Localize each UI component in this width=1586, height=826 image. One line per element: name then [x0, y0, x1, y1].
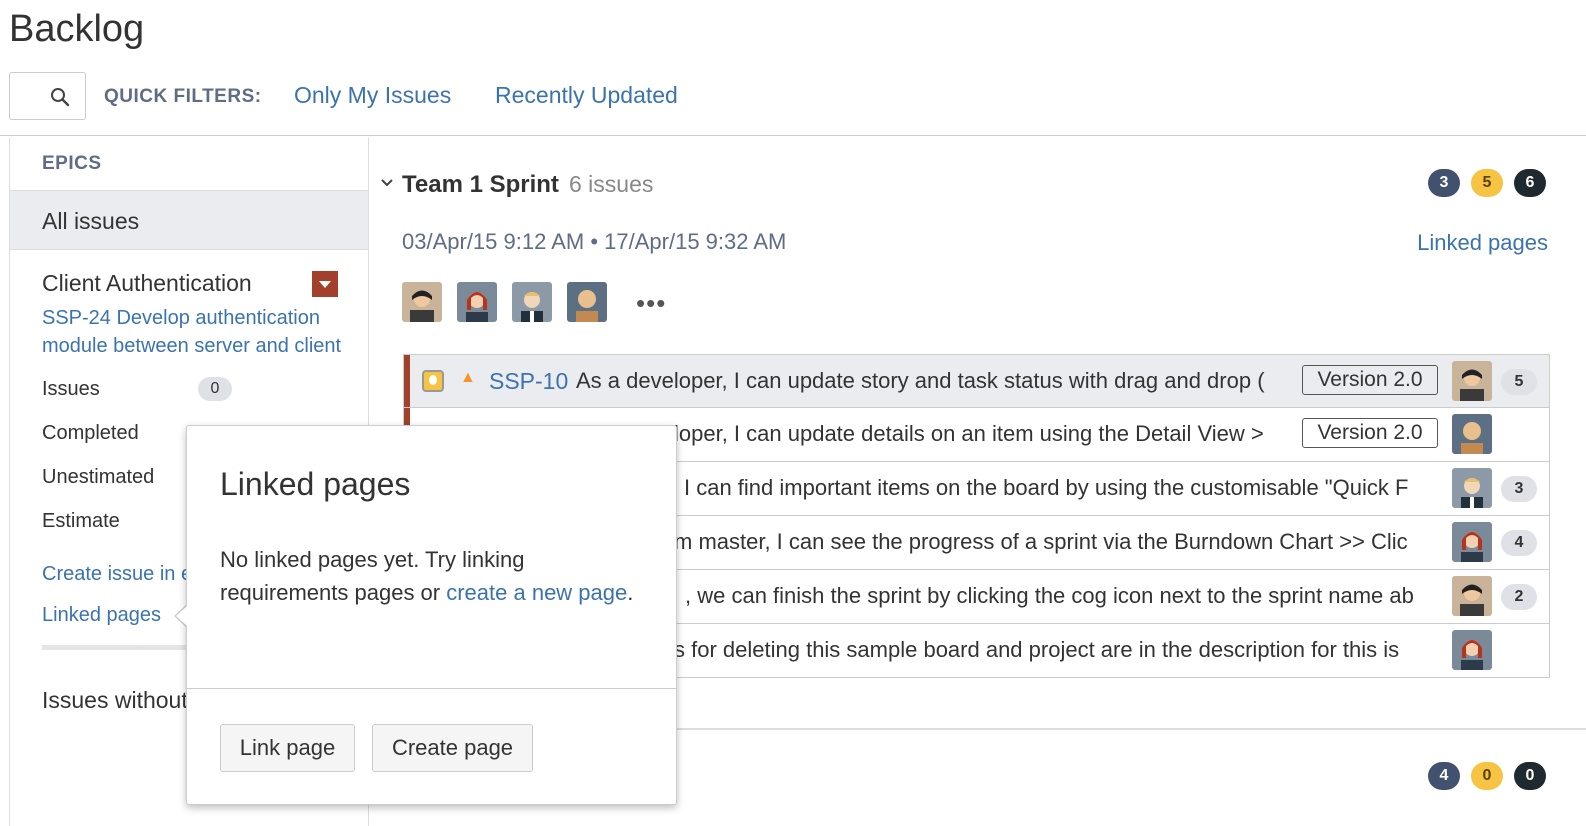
status-count-in-progress: 5: [1471, 169, 1503, 197]
status-count-todo: 4: [1428, 762, 1460, 790]
popup-body: No linked pages yet. Try linking require…: [220, 543, 640, 609]
issue-summary: , we can finish the sprint by clicking t…: [685, 583, 1414, 608]
epic-color-bar: [404, 355, 410, 407]
story-points-badge: 5: [1501, 369, 1537, 395]
issue-key[interactable]: SSP-10: [489, 368, 568, 395]
epic-description-link[interactable]: SSP-24 Develop authentication module bet…: [42, 304, 352, 360]
sprint-linked-pages-link[interactable]: Linked pages: [1417, 230, 1548, 256]
issue-summary: m master, I can see the progress of a sp…: [674, 529, 1408, 554]
issue-summary: As a developer, I can update story and t…: [576, 368, 1265, 393]
assignee-avatar[interactable]: [1452, 522, 1492, 562]
issues-without-epic-item[interactable]: Issues without: [42, 687, 188, 714]
avatar[interactable]: [402, 282, 442, 322]
create-issue-in-epic-link[interactable]: Create issue in e: [42, 563, 192, 586]
quick-filters-label: QUICK FILTERS:: [104, 86, 262, 107]
filter-only-my-issues[interactable]: Only My Issues: [294, 82, 451, 109]
avatar[interactable]: [567, 282, 607, 322]
sprint-issue-count: 6 issues: [569, 171, 654, 197]
sprint-name[interactable]: Team 1 Sprint: [402, 171, 559, 199]
all-issues-item[interactable]: All issues: [10, 190, 368, 250]
issue-summary: loper, I can update details on an item u…: [674, 421, 1264, 446]
sprint-dates: 03/Apr/15 9:12 AM • 17/Apr/15 9:32 AM: [402, 229, 787, 254]
popup-title: Linked pages: [220, 466, 411, 502]
priority-high-icon: ▲: [460, 369, 476, 386]
stat-estimate-label: Estimate: [42, 510, 120, 532]
popup-body-end: .: [627, 580, 634, 605]
link-page-button[interactable]: Link page: [220, 724, 355, 772]
assignee-avatar[interactable]: [1452, 630, 1492, 670]
stat-unestimated-label: Unestimated: [42, 466, 155, 488]
stat-completed-label: Completed: [42, 422, 139, 444]
issue-summary: s for deleting this sample board and pro…: [674, 637, 1400, 662]
linked-pages-popup: Linked pages No linked pages yet. Try li…: [186, 425, 677, 805]
popup-arrow-inner: [176, 605, 188, 627]
divider: [42, 645, 192, 650]
issue-row[interactable]: ▲ SSP-10 As a developer, I can update st…: [403, 354, 1550, 408]
create-new-page-link[interactable]: create a new page: [446, 580, 627, 605]
filter-recently-updated[interactable]: Recently Updated: [495, 82, 678, 109]
epic-dropdown-button[interactable]: [312, 271, 338, 297]
toolbar: QUICK FILTERS: Only My Issues Recently U…: [0, 70, 1586, 136]
status-count-done: 6: [1514, 169, 1546, 197]
assignee-avatar[interactable]: [1452, 576, 1492, 616]
epics-label: EPICS: [42, 153, 102, 174]
epic-linked-pages-link[interactable]: Linked pages: [42, 604, 161, 627]
story-points-badge: 4: [1501, 530, 1537, 556]
assignee-avatar[interactable]: [1452, 468, 1492, 508]
more-avatars-icon[interactable]: •••: [636, 288, 666, 319]
issue-summary: I can find important items on the board …: [684, 475, 1409, 500]
search-icon: [51, 88, 70, 107]
story-points-badge: 3: [1501, 476, 1537, 502]
epic-title[interactable]: Client Authentication: [42, 270, 252, 297]
create-page-button[interactable]: Create page: [372, 724, 533, 772]
status-count-in-progress: 0: [1471, 762, 1503, 790]
stat-issues-badge: 0: [198, 377, 232, 401]
search-input[interactable]: [9, 72, 86, 120]
story-points-badge: 2: [1501, 584, 1537, 610]
story-icon: [422, 370, 444, 392]
all-issues-label: All issues: [42, 208, 140, 234]
version-label: Version 2.0: [1302, 365, 1438, 395]
status-count-todo: 3: [1428, 169, 1460, 197]
page-title: Backlog: [9, 8, 145, 50]
avatar[interactable]: [512, 282, 552, 322]
popup-divider: [187, 688, 676, 689]
assignee-avatar[interactable]: [1452, 361, 1492, 401]
chevron-down-icon[interactable]: [380, 178, 394, 188]
stat-issues-label: Issues: [42, 378, 100, 400]
assignee-avatar[interactable]: [1452, 414, 1492, 454]
status-count-done: 0: [1514, 762, 1546, 790]
avatar[interactable]: [457, 282, 497, 322]
version-label: Version 2.0: [1302, 418, 1438, 448]
